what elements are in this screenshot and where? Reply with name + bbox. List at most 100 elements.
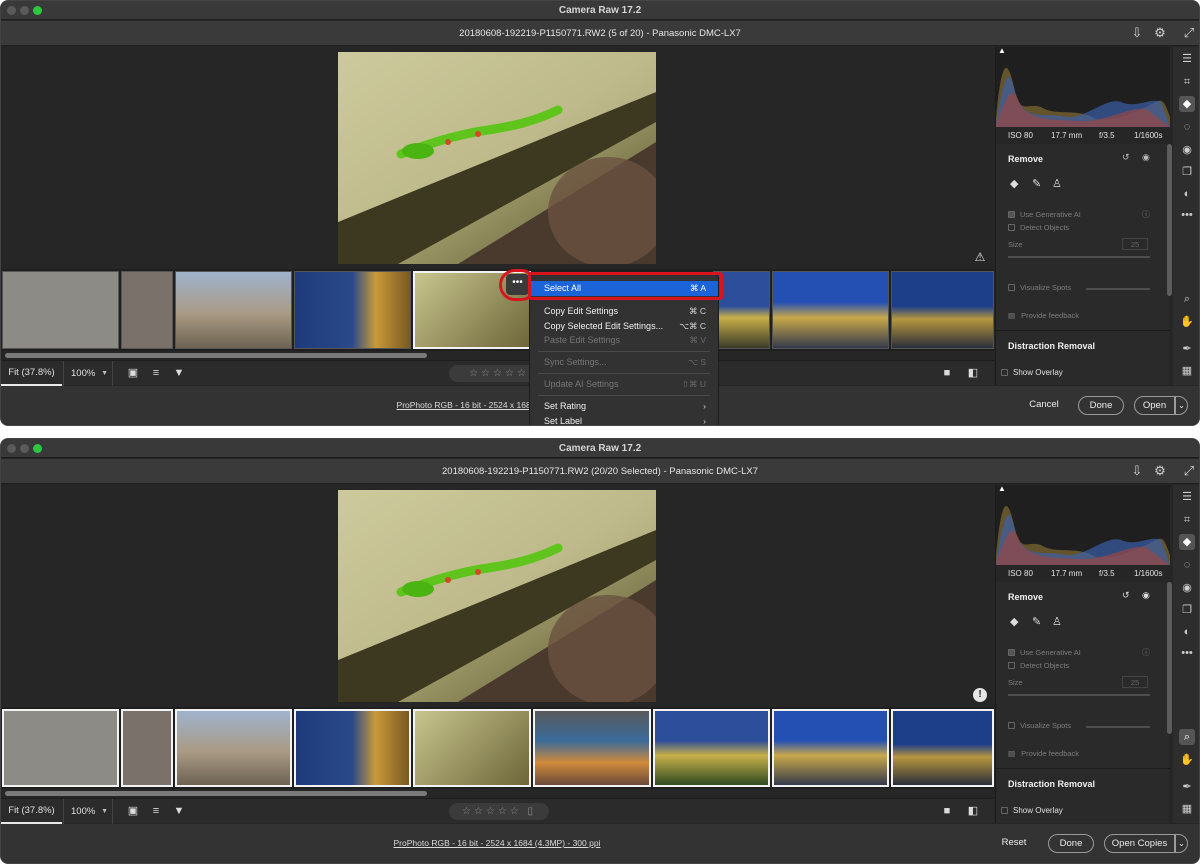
minimize-window-button[interactable] <box>20 6 29 15</box>
filter-icon[interactable]: ▼ <box>171 366 187 381</box>
thumbnail-yellow-barn[interactable] <box>772 271 889 349</box>
crop-icon[interactable]: ⌗ <box>1179 74 1195 90</box>
distraction-removal-title[interactable]: Distraction Removal <box>1008 779 1095 789</box>
workflow-options-link[interactable]: ProPhoto RGB - 16 bit - 2524 x 1684 (4.3… <box>367 838 627 848</box>
thumbnail-bird-post[interactable] <box>2 271 119 349</box>
menu-update-ai-settings[interactable]: Update AI Settings ⇧⌘ U <box>530 377 718 392</box>
distraction-removal-title[interactable]: Distraction Removal <box>1008 341 1095 351</box>
filmstrip-view-icon[interactable]: ▣ <box>125 366 141 381</box>
more-icon[interactable]: ••• <box>1179 645 1195 661</box>
expand-icon[interactable]: ⤢ <box>1181 25 1197 41</box>
import-icon[interactable]: ⇩ <box>1129 25 1145 41</box>
masking-icon[interactable]: ◌ <box>1179 557 1195 573</box>
zoom-fit-button[interactable]: Fit (37.8%) <box>1 799 62 824</box>
thumbnail-m-sign[interactable] <box>294 709 411 787</box>
sliders-icon[interactable]: ☰ <box>1179 51 1195 67</box>
size-slider[interactable] <box>1008 694 1150 696</box>
eraser-tool-icon[interactable]: ◆ <box>1010 615 1018 628</box>
reset-icon[interactable]: ↺ <box>1122 590 1130 601</box>
zoom-fit-button[interactable]: Fit (37.8%) <box>1 361 62 386</box>
eye-icon[interactable]: ◉ <box>1142 590 1150 601</box>
filmstrip-sort-icon[interactable]: ≡ <box>148 804 164 819</box>
eraser-icon[interactable]: ◆ <box>1179 534 1195 550</box>
menu-sync-settings[interactable]: Sync Settings... ⌥ S <box>530 355 718 370</box>
gear-icon[interactable]: ⚙ <box>1152 463 1168 479</box>
zoom-tool-icon[interactable]: ⌕ <box>1179 729 1195 745</box>
size-slider[interactable] <box>1008 256 1150 258</box>
info-icon[interactable]: ⓘ <box>1142 209 1150 220</box>
filmstrip-scrollbar[interactable] <box>1 351 994 359</box>
provide-feedback-link[interactable]: ▤ Provide feedback <box>1008 311 1079 320</box>
thumbnail-m-sign[interactable] <box>294 271 411 349</box>
before-after-icon[interactable]: ◧ <box>965 366 981 381</box>
thumbnail-gecko[interactable] <box>413 709 531 787</box>
panel-scrollbar[interactable] <box>1167 144 1172 296</box>
zoom-window-button[interactable] <box>33 444 42 453</box>
thumbnail-yellow-barn-2[interactable] <box>891 271 994 349</box>
open-copies-button[interactable]: Open Copies <box>1104 834 1175 853</box>
masking-icon[interactable]: ◌ <box>1179 119 1195 135</box>
red-eye-icon[interactable]: ◉ <box>1179 142 1195 158</box>
panel-scrollbar[interactable] <box>1167 582 1172 734</box>
open-options-chevron-icon[interactable]: ⌄ <box>1175 396 1188 415</box>
clone-stamp-icon[interactable]: ♙ <box>1052 615 1062 628</box>
reset-icon[interactable]: ↺ <box>1122 152 1130 163</box>
snapshot-icon[interactable]: ◐ <box>1179 624 1195 640</box>
hand-tool-icon[interactable]: ✋ <box>1179 752 1195 768</box>
filmstrip-scrollbar[interactable] <box>1 789 994 797</box>
thumbnail-gargoyle-closeup[interactable] <box>121 271 173 349</box>
visualize-spots-slider[interactable] <box>1086 726 1150 728</box>
eraser-tool-icon[interactable]: ◆ <box>1010 177 1018 190</box>
sliders-icon[interactable]: ☰ <box>1179 489 1195 505</box>
show-overlay-checkbox[interactable]: Show Overlay <box>1001 368 1063 377</box>
use-generative-ai-checkbox[interactable]: Use Generative AI <box>1008 648 1081 657</box>
zoom-level-select[interactable]: 100% ▼ <box>63 361 113 386</box>
single-view-icon[interactable]: ■ <box>939 366 955 381</box>
eraser-icon[interactable]: ◆ <box>1179 96 1195 112</box>
done-button[interactable]: Done <box>1048 834 1094 853</box>
more-icon[interactable]: ••• <box>1179 207 1195 223</box>
show-overlay-checkbox[interactable]: Show Overlay <box>1001 806 1063 815</box>
snapshot-icon[interactable]: ◐ <box>1179 186 1195 202</box>
expand-icon[interactable]: ⤢ <box>1181 463 1197 479</box>
gear-icon[interactable]: ⚙ <box>1152 25 1168 41</box>
grid-icon[interactable]: ▦ <box>1179 801 1195 817</box>
eye-icon[interactable]: ◉ <box>1142 152 1150 163</box>
thumbnail-figurines[interactable] <box>533 709 651 787</box>
info-icon[interactable]: ⓘ <box>1142 647 1150 658</box>
heal-tool-icon[interactable]: ✎ <box>1032 177 1041 190</box>
open-button[interactable]: Open <box>1134 396 1175 415</box>
thumbnail-gargoyle-closeup[interactable] <box>121 709 173 787</box>
shadow-clip-icon[interactable]: ▲ <box>998 46 1006 55</box>
before-after-icon[interactable]: ◧ <box>965 804 981 819</box>
use-generative-ai-checkbox[interactable]: Use Generative AI <box>1008 210 1081 219</box>
thumbnail-yellow-house[interactable] <box>653 709 770 787</box>
close-window-button[interactable] <box>7 444 16 453</box>
zoom-window-button[interactable] <box>33 6 42 15</box>
zoom-level-select[interactable]: 100% ▼ <box>63 799 113 824</box>
minimize-window-button[interactable] <box>20 444 29 453</box>
warning-icon[interactable]: ⚠ <box>973 250 987 264</box>
color-sampler-icon[interactable]: ✒ <box>1179 779 1195 795</box>
size-value-field[interactable]: 25 <box>1122 676 1148 688</box>
cancel-button[interactable]: Cancel <box>1021 396 1067 415</box>
done-button[interactable]: Done <box>1078 396 1124 415</box>
filmstrip-sort-icon[interactable]: ≡ <box>148 366 164 381</box>
more-options-button[interactable]: ••• <box>506 274 529 295</box>
open-options-chevron-icon[interactable]: ⌄ <box>1175 834 1188 853</box>
thumbnail-yellow-barn[interactable] <box>772 709 889 787</box>
zoom-tool-icon[interactable]: ⌕ <box>1179 291 1195 307</box>
grid-icon[interactable]: ▦ <box>1179 363 1195 379</box>
close-window-button[interactable] <box>7 6 16 15</box>
menu-set-rating[interactable]: Set Rating › <box>530 399 718 414</box>
filmstrip-view-icon[interactable]: ▣ <box>125 804 141 819</box>
import-icon[interactable]: ⇩ <box>1129 463 1145 479</box>
hand-tool-icon[interactable]: ✋ <box>1179 314 1195 330</box>
clone-stamp-icon[interactable]: ♙ <box>1052 177 1062 190</box>
thumbnail-paris-view[interactable] <box>175 271 292 349</box>
menu-copy-selected-edit-settings[interactable]: Copy Selected Edit Settings... ⌥⌘ C <box>530 319 718 334</box>
filter-icon[interactable]: ▼ <box>171 804 187 819</box>
crop-icon[interactable]: ⌗ <box>1179 512 1195 528</box>
thumbnail-bird-post[interactable] <box>2 709 119 787</box>
menu-paste-edit-settings[interactable]: Paste Edit Settings ⌘ V <box>530 333 718 348</box>
